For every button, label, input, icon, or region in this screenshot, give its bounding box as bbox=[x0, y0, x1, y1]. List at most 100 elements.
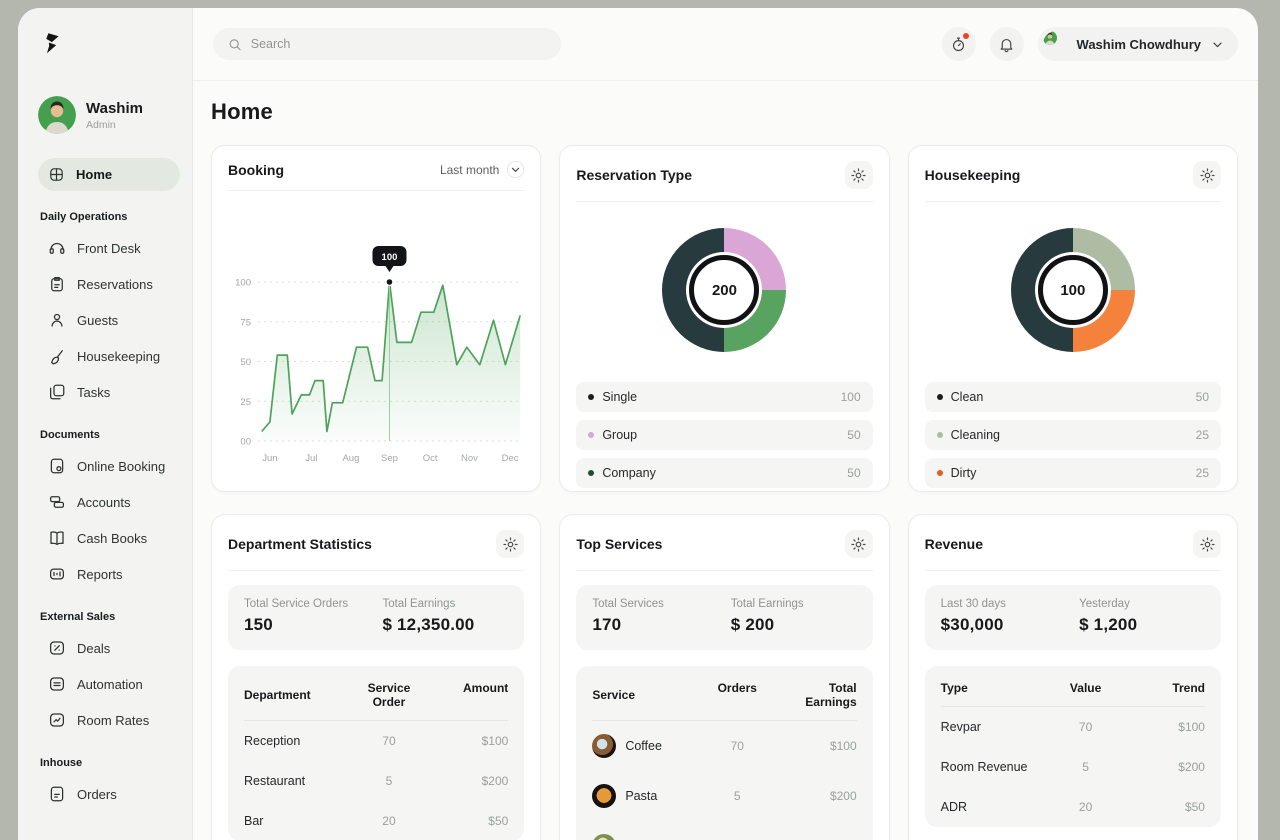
booking-filter-dropdown[interactable]: Last month bbox=[440, 161, 524, 178]
sidebar-item-deals[interactable]: Deals bbox=[38, 631, 180, 665]
stat-label: Total Services bbox=[592, 598, 730, 610]
lunch-icon bbox=[592, 834, 616, 840]
legend-value: 50 bbox=[1196, 390, 1209, 404]
sidebar-section-label: Daily Operations bbox=[40, 211, 180, 223]
headset-icon bbox=[48, 239, 66, 257]
gear-icon bbox=[850, 536, 867, 553]
legend-label: Clean bbox=[951, 390, 984, 404]
department-statistics-card: Department Statistics Total Service Orde… bbox=[211, 514, 541, 840]
housekeeping-legend: Clean 50 Cleaning 25 Dirty 25 bbox=[925, 382, 1221, 488]
notifications-button[interactable] bbox=[990, 27, 1024, 61]
sidebar-item-label: Online Booking bbox=[77, 459, 165, 474]
sidebar-item-room-rates[interactable]: Room Rates bbox=[38, 703, 180, 737]
sidebar-item-accounts[interactable]: Accounts bbox=[38, 485, 180, 519]
stat-value: 150 bbox=[244, 615, 382, 635]
sidebar-item-label: Guests bbox=[77, 313, 118, 328]
sidebar-item-label: Housekeeping bbox=[77, 349, 160, 364]
legend-dot-icon bbox=[937, 432, 943, 438]
book-icon bbox=[48, 529, 66, 547]
user-name: Washim bbox=[86, 100, 143, 117]
sidebar-item-label: Tasks bbox=[77, 385, 110, 400]
legend-dot-icon bbox=[937, 470, 943, 476]
search-input[interactable] bbox=[251, 37, 547, 51]
doc-circle-icon bbox=[48, 457, 66, 475]
table-header: Department Service Order Amount bbox=[244, 668, 508, 721]
legend-row: Company 50 bbox=[576, 458, 872, 488]
department-table: Department Service Order Amount Receptio… bbox=[228, 666, 524, 840]
sidebar-item-label: Reports bbox=[77, 567, 123, 582]
settings-button[interactable] bbox=[1193, 530, 1221, 558]
sidebar-item-housekeeping[interactable]: Housekeeping bbox=[38, 339, 180, 373]
cards-icon bbox=[48, 493, 66, 511]
svg-text:50: 50 bbox=[240, 357, 251, 368]
card-title: Housekeeping bbox=[925, 167, 1021, 183]
gear-icon bbox=[1199, 536, 1216, 553]
page-content: Home Booking Last month 00255075100JunJu… bbox=[193, 81, 1258, 840]
filter-label: Last month bbox=[440, 163, 499, 177]
avatar bbox=[1043, 31, 1069, 57]
history-button[interactable] bbox=[942, 27, 976, 61]
sidebar-item-automation[interactable]: Automation bbox=[38, 667, 180, 701]
sidebar-section-label: External Sales bbox=[40, 611, 180, 623]
svg-text:100: 100 bbox=[235, 278, 251, 289]
settings-button[interactable] bbox=[845, 530, 873, 558]
settings-button[interactable] bbox=[1193, 161, 1221, 189]
stat-label: Total Earnings bbox=[382, 598, 508, 610]
housekeeping-card: Housekeeping 100 Clean 50 Cleaning 25 bbox=[908, 145, 1238, 492]
doc-icon bbox=[48, 785, 66, 803]
svg-text:75: 75 bbox=[240, 317, 251, 328]
sidebar-item-orders[interactable]: Orders bbox=[38, 777, 180, 811]
legend-value: 100 bbox=[841, 390, 861, 404]
profile-menu[interactable]: Washim Chowdhury bbox=[1038, 27, 1238, 61]
sidebar-item-cash-books[interactable]: Cash Books bbox=[38, 521, 180, 555]
sidebar-item-tasks[interactable]: Tasks bbox=[38, 375, 180, 409]
svg-text:00: 00 bbox=[240, 437, 251, 448]
trend-icon bbox=[48, 711, 66, 729]
svg-text:Jul: Jul bbox=[305, 453, 317, 464]
table-row: ADR 20 $50 bbox=[941, 787, 1205, 827]
sidebar-item-guests[interactable]: Guests bbox=[38, 303, 180, 337]
legend-dot-icon bbox=[588, 470, 594, 476]
card-title: Reservation Type bbox=[576, 167, 692, 183]
stat-value: $30,000 bbox=[941, 615, 1079, 635]
card-title: Revenue bbox=[925, 536, 983, 552]
bell-icon bbox=[998, 36, 1015, 53]
table-row: Pasta 5 $200 bbox=[592, 771, 856, 821]
stat-value: 170 bbox=[592, 615, 730, 635]
svg-text:Oct: Oct bbox=[423, 453, 438, 464]
svg-text:Sep: Sep bbox=[381, 453, 398, 464]
user-role: Admin bbox=[86, 119, 143, 131]
sidebar-item-online-booking[interactable]: Online Booking bbox=[38, 449, 180, 483]
table-header: Service Orders Total Earnings bbox=[592, 668, 856, 721]
stat-label: Total Service Orders bbox=[244, 598, 382, 610]
coffee-icon bbox=[592, 734, 616, 758]
legend-dot-icon bbox=[588, 394, 594, 400]
table-row: Reception 70 $100 bbox=[244, 721, 508, 761]
stat-value: $ 1,200 bbox=[1079, 615, 1205, 635]
legend-value: 50 bbox=[847, 428, 860, 442]
sidebar-item-label: Orders bbox=[77, 787, 117, 802]
sidebar-item-front-desk[interactable]: Front Desk bbox=[38, 231, 180, 265]
table-row: Bar 20 $50 bbox=[244, 801, 508, 840]
sidebar-item-reports[interactable]: Reports bbox=[38, 557, 180, 591]
sidebar-profile[interactable]: Washim Admin bbox=[38, 96, 180, 134]
table-row: Room Revenue 5 $200 bbox=[941, 747, 1205, 787]
revenue-table: Type Value Trend Revpar 70 $100 Room Rev… bbox=[925, 666, 1221, 827]
sidebar-item-label: Front Desk bbox=[77, 241, 141, 256]
search-bar[interactable] bbox=[213, 28, 561, 60]
legend-row: Single 100 bbox=[576, 382, 872, 412]
booking-area-chart: 00255075100JunJulAugSepOctNovDec100 bbox=[228, 191, 528, 479]
sidebar-item-reservations[interactable]: Reservations bbox=[38, 267, 180, 301]
chevron-down-icon bbox=[1209, 36, 1226, 53]
sidebar-item-home[interactable]: Home bbox=[38, 158, 180, 191]
stat-value: $ 200 bbox=[731, 615, 857, 635]
profile-name: Washim Chowdhury bbox=[1077, 37, 1201, 52]
table-header: Type Value Trend bbox=[941, 668, 1205, 707]
legend-label: Company bbox=[602, 466, 656, 480]
report-icon bbox=[48, 565, 66, 583]
gear-icon bbox=[502, 536, 519, 553]
sidebar-sections: Daily Operations Front Desk Reservations… bbox=[38, 211, 180, 811]
settings-button[interactable] bbox=[845, 161, 873, 189]
settings-button[interactable] bbox=[496, 530, 524, 558]
stat-value: $ 12,350.00 bbox=[382, 615, 508, 635]
